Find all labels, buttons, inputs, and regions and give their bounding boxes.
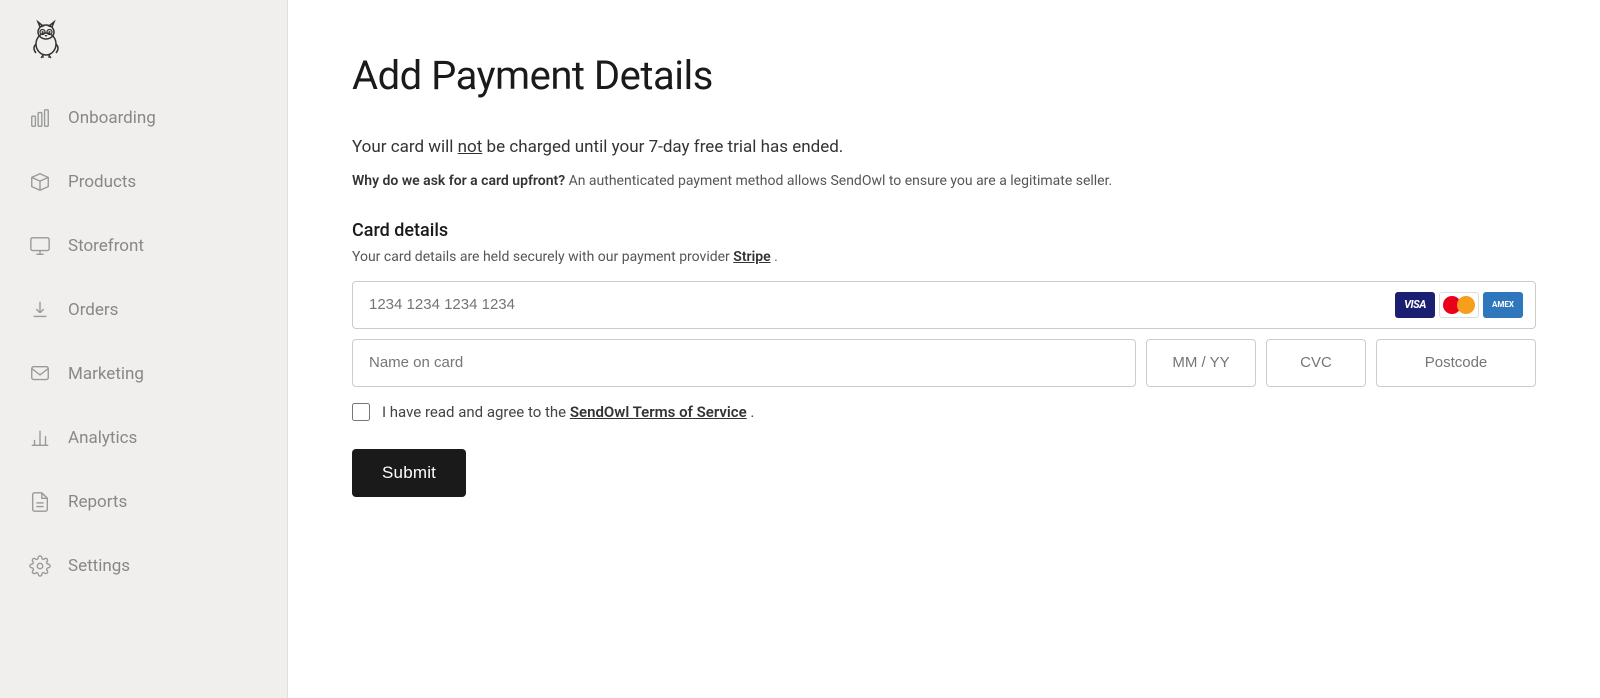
- submit-button[interactable]: Submit: [352, 449, 466, 497]
- sidebar-item-label: Onboarding: [68, 108, 156, 128]
- sidebar-item-settings[interactable]: Settings: [0, 534, 287, 598]
- card-details-row: [352, 339, 1536, 387]
- trial-notice: Your card will not be charged until your…: [352, 135, 1536, 161]
- sidebar-item-label: Marketing: [68, 364, 144, 384]
- why-text: Why do we ask for a card upfront? An aut…: [352, 171, 1536, 192]
- monitor-icon: [28, 234, 52, 258]
- file-icon: [28, 490, 52, 514]
- card-details-title: Card details: [352, 220, 1536, 241]
- sidebar-item-label: Settings: [68, 556, 130, 576]
- terms-row: I have read and agree to the SendOwl Ter…: [352, 403, 1536, 421]
- download-icon: [28, 298, 52, 322]
- postcode-input[interactable]: [1377, 340, 1535, 386]
- gear-icon: [28, 554, 52, 578]
- main-content: Add Payment Details Your card will not b…: [288, 0, 1600, 698]
- sidebar-item-label: Products: [68, 172, 136, 192]
- name-input-wrap: [352, 339, 1136, 387]
- visa-icon: VISA: [1395, 292, 1435, 318]
- mastercard-icon: [1439, 292, 1479, 318]
- box-icon: [28, 170, 52, 194]
- terms-label: I have read and agree to the SendOwl Ter…: [382, 403, 754, 421]
- logo-area: [0, 0, 287, 78]
- sidebar-item-marketing[interactable]: Marketing: [0, 342, 287, 406]
- postcode-wrap: [1376, 339, 1536, 387]
- sidebar-item-analytics[interactable]: Analytics: [0, 406, 287, 470]
- cvc-input[interactable]: [1267, 340, 1365, 386]
- sidebar-item-label: Reports: [68, 492, 127, 512]
- sidebar-nav: Onboarding Products Storefront Orders Ma: [0, 86, 287, 598]
- sidebar-item-label: Orders: [68, 300, 118, 320]
- sidebar-item-products[interactable]: Products: [0, 150, 287, 214]
- sidebar-item-label: Analytics: [68, 428, 137, 448]
- card-icons: VISA AMEX: [1395, 292, 1535, 318]
- bar-chart-icon: [28, 426, 52, 450]
- expiry-wrap: [1146, 339, 1256, 387]
- amex-icon: AMEX: [1483, 292, 1523, 318]
- stripe-notice: Your card details are held securely with…: [352, 249, 1536, 265]
- sidebar-item-onboarding[interactable]: Onboarding: [0, 86, 287, 150]
- owl-logo-icon: [24, 18, 68, 62]
- sidebar-item-storefront[interactable]: Storefront: [0, 214, 287, 278]
- page-title: Add Payment Details: [352, 52, 1536, 99]
- card-number-row: VISA AMEX: [352, 281, 1536, 329]
- sidebar-item-orders[interactable]: Orders: [0, 278, 287, 342]
- message-icon: [28, 362, 52, 386]
- sidebar-item-label: Storefront: [68, 236, 144, 256]
- expiry-input[interactable]: [1147, 340, 1255, 386]
- sidebar-item-reports[interactable]: Reports: [0, 470, 287, 534]
- card-number-input[interactable]: [353, 282, 1395, 328]
- terms-checkbox[interactable]: [352, 403, 370, 421]
- terms-link[interactable]: SendOwl Terms of Service: [570, 403, 747, 421]
- sidebar: Onboarding Products Storefront Orders Ma: [0, 0, 288, 698]
- chart-bar-icon: [28, 106, 52, 130]
- name-on-card-input[interactable]: [353, 340, 1135, 386]
- cvc-wrap: [1266, 339, 1366, 387]
- stripe-link[interactable]: Stripe: [733, 249, 770, 265]
